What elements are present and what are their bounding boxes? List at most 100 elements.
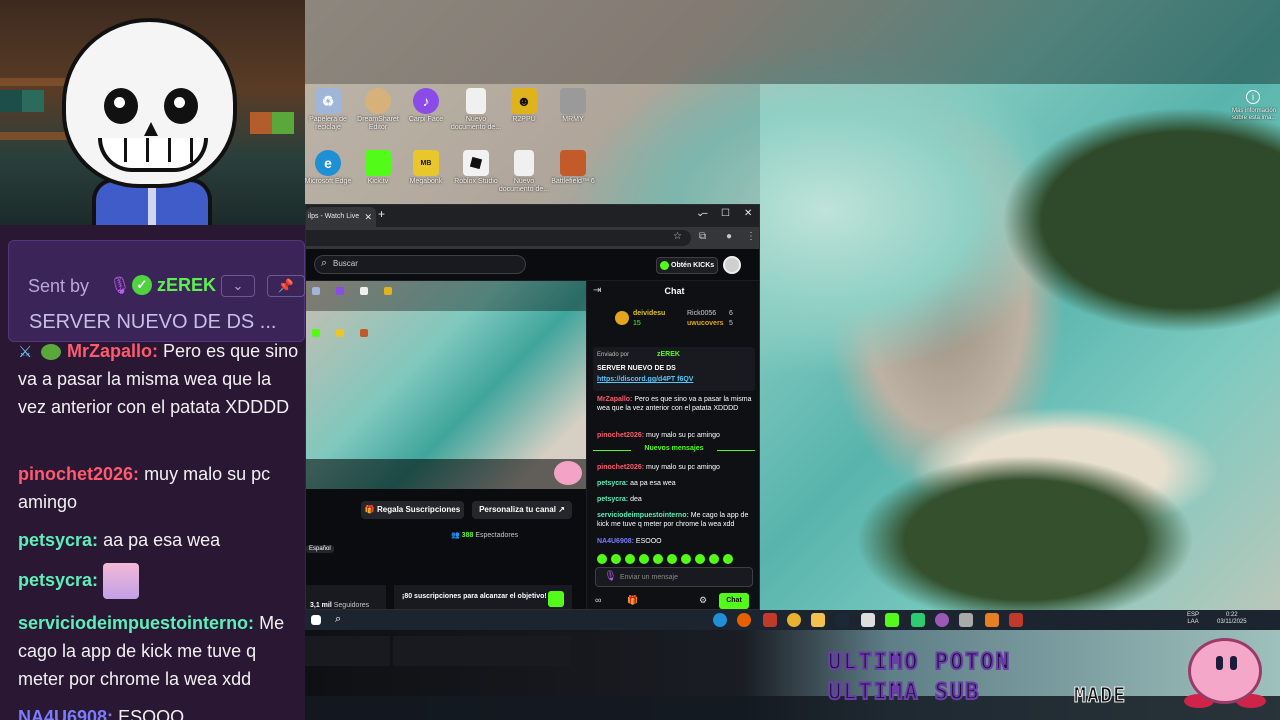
desktop-icon-dreamshare[interactable]: DreamSharet Editor	[352, 88, 404, 132]
close-tab-icon[interactable]: ✕	[364, 207, 372, 227]
mini-icon	[336, 287, 344, 295]
chrome-icon[interactable]	[787, 613, 801, 627]
quick-emotes	[597, 551, 757, 564]
emote-icon[interactable]	[611, 554, 621, 564]
desktop-icon-recycle-bin[interactable]: ♻ Papelera de reciclaje	[302, 88, 354, 132]
chat-text: ESOOO	[118, 707, 185, 720]
url-field[interactable]	[306, 230, 691, 246]
pinned-message: Sent by 🎙 ✓ zEREK ⌄ 📌 SERVER NUEVO DE DS…	[8, 240, 305, 342]
kirby-overlay	[554, 461, 582, 485]
kirby-body	[1188, 638, 1262, 704]
chat-input[interactable]: 🎙 Enviar un mensaje	[595, 567, 753, 587]
avatar-nose	[144, 122, 158, 136]
tray-clock[interactable]: 0:22 03/11/2025	[1217, 612, 1247, 626]
emote-icon[interactable]	[625, 554, 635, 564]
user-avatar[interactable]	[723, 256, 741, 274]
browser-menu-icon[interactable]: ⋮	[746, 231, 756, 242]
app-icon[interactable]	[1009, 613, 1023, 627]
overlay-tag: MADE	[1073, 683, 1127, 708]
chevron-down-icon[interactable]: ⌄	[221, 275, 255, 297]
goal-text: ¡80 suscripciones para alcanzar el objet…	[402, 593, 547, 600]
settings-icon[interactable]: ⚙	[699, 595, 707, 606]
app-icon[interactable]	[985, 613, 999, 627]
crown-icon	[615, 311, 629, 325]
emote-icon[interactable]	[597, 554, 607, 564]
gift-icon[interactable]	[548, 591, 564, 607]
avatar-tooth	[168, 138, 171, 162]
block	[0, 90, 22, 112]
viewer-count: 👥 388 Espectadores	[451, 532, 519, 539]
obs-icon[interactable]	[935, 613, 949, 627]
followers-card: 3,1 mil Seguidores	[306, 585, 386, 609]
desktop-icon-kick[interactable]: Kick.tv	[352, 150, 404, 186]
emote-icon[interactable]	[695, 554, 705, 564]
desktop-icon-edge[interactable]: e Microsoft Edge	[302, 150, 354, 186]
desktop-icon-game-2[interactable]: MRMY	[547, 88, 599, 124]
app-icon[interactable]	[763, 613, 777, 627]
chat-message: NA4U6908: ESOOO	[597, 537, 755, 546]
desktop-icon-document-2[interactable]: Nuevo documento de...	[498, 150, 550, 194]
chat-message: petsycra: aa pa esa wea	[18, 526, 300, 554]
desktop-icon-roblox[interactable]: Roblox Studio	[450, 150, 502, 186]
gift-icon[interactable]: 🎁	[627, 595, 638, 606]
firefox-icon[interactable]	[737, 613, 751, 627]
kick-icon[interactable]	[885, 613, 899, 627]
customize-channel-button[interactable]: Personaliza tu canal ↗	[472, 501, 572, 519]
get-kicks-button[interactable]: Obtén KICKs	[656, 257, 718, 274]
mirror-goal	[393, 636, 571, 666]
stream-info: 🎁 Regala Suscripciones Personaliza tu ca…	[306, 489, 586, 609]
gift-leaderboard: deividesu 15 Rick0056 6 uwucovers 5	[611, 307, 741, 331]
mic-icon: 🎙	[109, 276, 131, 295]
app-icon[interactable]	[959, 613, 973, 627]
tray-language[interactable]: ESP LAA	[1187, 612, 1199, 626]
video-player[interactable]	[306, 281, 586, 489]
edge-icon[interactable]	[713, 613, 727, 627]
block	[250, 112, 272, 134]
profile-icon[interactable]: ●	[726, 231, 732, 242]
emote-icon[interactable]	[681, 554, 691, 564]
chat-username: serviciodeimpuestointerno:	[597, 512, 689, 519]
leader-name: uwucovers	[687, 320, 724, 327]
kick-header: ⌕ Buscar Obtén KICKs	[306, 249, 759, 281]
steam-icon[interactable]	[835, 613, 849, 627]
extensions-icon[interactable]: ⧉	[699, 231, 706, 242]
close-window-icon[interactable]: ✕	[744, 208, 752, 219]
folder-icon[interactable]	[811, 613, 825, 627]
minimize-icon[interactable]: –	[702, 208, 708, 219]
gift-subs-button[interactable]: 🎁 Regala Suscripciones	[361, 501, 464, 519]
emote-icon[interactable]	[653, 554, 663, 564]
browser-tab[interactable]: ilps - Watch Live ✕	[306, 207, 376, 227]
chat-username: serviciodeimpuestointerno:	[18, 613, 255, 633]
windows-start-icon[interactable]	[311, 615, 321, 625]
kick-icon	[365, 150, 391, 176]
maximize-icon[interactable]: ☐	[721, 208, 730, 219]
infinity-icon[interactable]: ∞	[595, 595, 601, 605]
hoodie-zip	[148, 182, 156, 225]
new-tab-icon[interactable]: +	[378, 207, 385, 221]
desktop-icon-battlefield[interactable]: Battlefield™ 6	[547, 150, 599, 186]
app-icon[interactable]	[861, 613, 875, 627]
unpin-icon[interactable]: 📌	[267, 275, 305, 297]
desktop-icon-carpi[interactable]: ♪ Carpi Face	[400, 88, 452, 124]
send-chat-button[interactable]: Chat	[719, 593, 749, 609]
image-info-icon[interactable]: i	[1246, 90, 1260, 104]
search-input[interactable]: ⌕ Buscar	[314, 255, 526, 274]
language-tag[interactable]: Español	[306, 545, 334, 553]
viewer-number: 388	[461, 532, 474, 539]
emote-icon[interactable]	[723, 554, 733, 564]
desktop-icon-document[interactable]: Nuevo documento de...	[450, 88, 502, 132]
emote-icon[interactable]	[709, 554, 719, 564]
followers-number: 3,1 mil	[310, 602, 332, 609]
play-icon[interactable]	[911, 613, 925, 627]
verified-icon: ✓	[132, 275, 152, 295]
desktop-icon-megabonk[interactable]: MB Megabonk	[400, 150, 452, 186]
search-icon[interactable]: ⌕	[335, 613, 349, 627]
mic-icon: 🎙	[604, 571, 617, 582]
emote-icon[interactable]	[667, 554, 677, 564]
bookmark-star-icon[interactable]: ☆	[673, 231, 682, 242]
emote-icon[interactable]	[639, 554, 649, 564]
pinned-link[interactable]: https://discord.gg/d4PT f6QV	[597, 376, 693, 383]
block	[22, 90, 44, 112]
mirror-taskbar	[305, 696, 1280, 720]
desktop-icon-game-1[interactable]: ☻ R2PPU	[498, 88, 550, 124]
